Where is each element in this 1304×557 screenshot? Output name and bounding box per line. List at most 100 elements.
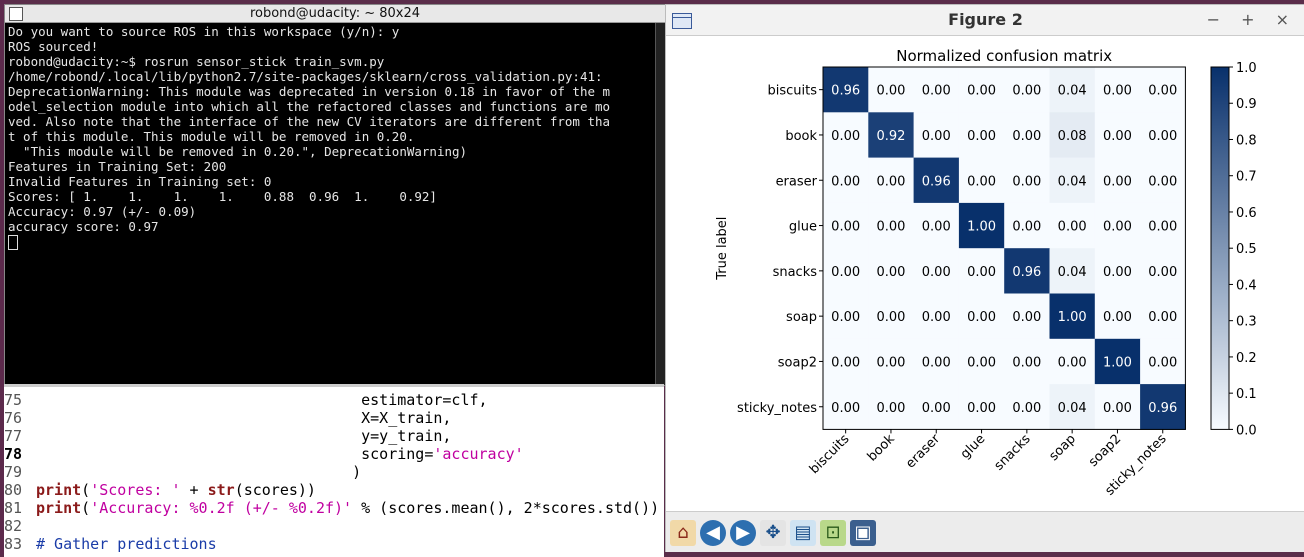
colorbar-tick-label: 0.6 — [1236, 206, 1257, 221]
cell-value: 0.00 — [831, 355, 860, 370]
code-token: y=y_train, — [36, 427, 452, 445]
code-token: # Gather predictions — [36, 535, 217, 553]
terminal-titlebar[interactable]: robond@udacity: ~ 80x24 — [5, 5, 665, 23]
line-number: 82 — [4, 517, 23, 535]
matplotlib-toolbar: ⌂ ◀ ▶ ✥ ▤ ⊡ ▣ — [666, 511, 1304, 552]
colorbar-tick-label: 0.7 — [1236, 170, 1257, 185]
cell-value: 0.08 — [1058, 129, 1087, 144]
code-line[interactable]: 80 print('Scores: ' + str(scores)) — [4, 481, 316, 499]
cell-value: 1.00 — [1103, 355, 1132, 370]
line-number: 80 — [4, 481, 23, 499]
y-tick-label: snacks — [773, 265, 818, 280]
confusion-matrix-chart: Normalized confusion matrix 0.96 0.00 0.00 0… — [715, 47, 1257, 499]
forward-icon[interactable]: ▶ — [730, 520, 756, 546]
terminal-line: "This module will be removed in 0.20.", … — [8, 144, 468, 159]
colorbar — [1210, 66, 1230, 430]
y-tick-label: eraser — [776, 174, 818, 189]
x-tick-label: glue — [958, 432, 988, 462]
window-controls[interactable]: − + × — [1207, 5, 1297, 35]
code-token: print — [36, 481, 82, 499]
x-tick-label: soap — [1046, 432, 1078, 464]
code-line[interactable]: 78 scoring='accuracy' — [4, 445, 524, 463]
figure-window[interactable]: Figure 2 − + × Normalized confusion matr… — [665, 4, 1304, 552]
terminal-line: Do you want to source ROS in this worksp… — [8, 24, 400, 39]
code-editor[interactable]: 75 estimator=clf, 76 X=X_train, 77 y=y_tra… — [4, 384, 664, 557]
cell-value: 0.00 — [876, 310, 905, 325]
cell-value: 0.00 — [876, 265, 905, 280]
code-line[interactable]: 81 print('Accuracy: %0.2f (+/- %0.2f)' % … — [4, 499, 659, 517]
subplots-icon[interactable]: ▤ — [790, 520, 816, 546]
cell-value: 0.00 — [831, 401, 860, 416]
terminal-window[interactable]: robond@udacity: ~ 80x24 Do you want to s… — [4, 4, 666, 386]
cell-value: 0.00 — [876, 401, 905, 416]
pan-icon[interactable]: ✥ — [760, 520, 786, 546]
code-token: print — [36, 499, 82, 517]
x-tick-label: eraser — [903, 431, 943, 471]
code-token: scoring= — [36, 445, 434, 463]
terminal-scrollbar[interactable] — [655, 23, 665, 385]
cell-value: 0.00 — [922, 355, 951, 370]
cell-value: 0.00 — [1103, 265, 1132, 280]
cell-value: 0.96 — [831, 84, 860, 99]
cell-value: 0.00 — [1012, 310, 1041, 325]
cell-value: 0.00 — [1012, 84, 1041, 99]
line-number: 79 — [4, 463, 23, 481]
y-tick-label: soap — [786, 310, 817, 325]
cell-value: 0.04 — [1058, 401, 1087, 416]
terminal-line: DeprecationWarning: This module was depr… — [8, 84, 611, 99]
terminal-line: accuracy score: 0.97 — [8, 219, 159, 234]
code-line[interactable]: 79 ) — [4, 463, 361, 481]
colorbar-tick-label: 0.2 — [1236, 351, 1257, 366]
cell-value: 0.00 — [1012, 129, 1041, 144]
cell-value: 0.92 — [876, 129, 905, 144]
zoom-rect-icon[interactable]: ⊡ — [820, 520, 846, 546]
terminal-line: t of this module. This module will be re… — [8, 129, 415, 144]
cell-value: 0.00 — [1103, 84, 1132, 99]
terminal-line: ved. Also note that the interface of the… — [8, 114, 611, 129]
cell-value: 0.00 — [922, 310, 951, 325]
terminal-line: Scores: [ 1. 1. 1. 1. 0.88 0.96 1. 0.92] — [8, 189, 437, 204]
line-number: 75 — [4, 391, 23, 409]
x-tick-label: book — [865, 431, 898, 464]
cell-value: 0.00 — [831, 310, 860, 325]
code-token: estimator=clf, — [36, 391, 488, 409]
code-line[interactable]: 77 y=y_train, — [4, 427, 451, 445]
y-tick-label: soap2 — [778, 355, 817, 370]
colorbar-tick-label: 0.5 — [1236, 242, 1257, 257]
window-menu-icon[interactable] — [9, 7, 23, 21]
x-tick-label: biscuits — [807, 431, 853, 477]
y-axis-label: True label — [715, 217, 730, 281]
cell-value: 0.00 — [1058, 355, 1087, 370]
cell-value: 1.00 — [1058, 310, 1087, 325]
terminal-title: robond@udacity: ~ 80x24 — [249, 6, 421, 21]
cell-value: 0.00 — [1148, 174, 1177, 189]
y-tick-label: biscuits — [767, 84, 817, 99]
cell-value: 0.04 — [1058, 84, 1087, 99]
cell-value: 0.00 — [1012, 355, 1041, 370]
home-icon[interactable]: ⌂ — [670, 520, 696, 546]
back-icon[interactable]: ◀ — [700, 520, 726, 546]
line-number: 83 — [4, 535, 23, 553]
terminal-line: /home/robond/.local/lib/python2.7/site-p… — [8, 69, 603, 84]
line-number: 81 — [4, 499, 23, 517]
code-token: ( — [81, 481, 91, 499]
code-line[interactable]: 83 # Gather predictions — [4, 535, 217, 553]
cell-value: 0.00 — [876, 355, 905, 370]
terminal-cursor-line — [8, 234, 648, 250]
code-line[interactable]: 82 — [4, 517, 36, 535]
cell-value: 0.00 — [1148, 310, 1177, 325]
code-token: 'accuracy' — [433, 445, 524, 463]
terminal-line: Invalid Features in Training set: 0 — [8, 174, 272, 189]
cell-value: 0.00 — [831, 265, 860, 280]
cell-value: 0.00 — [876, 84, 905, 99]
cell-value: 0.00 — [1103, 129, 1132, 144]
save-icon[interactable]: ▣ — [850, 520, 876, 546]
code-line[interactable]: 76 X=X_train, — [4, 409, 451, 427]
cell-value: 0.00 — [967, 174, 996, 189]
figure-titlebar[interactable]: Figure 2 − + × — [666, 5, 1304, 36]
cell-value: 0.00 — [1103, 401, 1132, 416]
cell-value: 0.00 — [1148, 355, 1177, 370]
code-line[interactable]: 75 estimator=clf, — [4, 391, 488, 409]
terminal-output[interactable]: Do you want to source ROS in this worksp… — [8, 24, 648, 250]
cell-value: 0.00 — [876, 220, 905, 235]
